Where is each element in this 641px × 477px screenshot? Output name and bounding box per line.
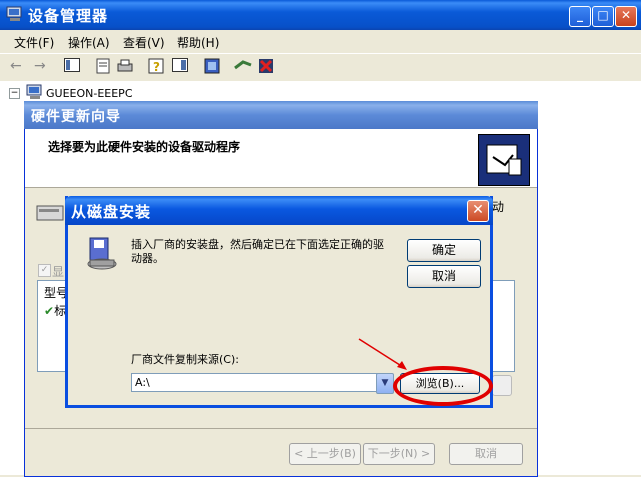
menu-action[interactable]: 操作(A) xyxy=(68,34,110,51)
dialog-title: 从磁盘安装 xyxy=(71,203,152,221)
back-button[interactable]: < 上一步(B) xyxy=(289,443,361,465)
have-disk-button-partial[interactable] xyxy=(492,375,512,396)
wizard-partial-text: 动 xyxy=(492,200,505,214)
svg-text:?: ? xyxy=(153,60,160,74)
hardware-wizard-icon xyxy=(478,134,530,186)
chevron-down-icon[interactable]: ▼ xyxy=(376,373,394,394)
dialog-cancel-button[interactable]: 取消 xyxy=(407,265,481,288)
maximize-button[interactable]: □ xyxy=(592,6,614,27)
main-title: 设备管理器 xyxy=(28,7,109,25)
update-driver-icon[interactable] xyxy=(234,58,252,74)
next-button[interactable]: 下一步(N) > xyxy=(363,443,435,465)
back-arrow-icon[interactable]: ← xyxy=(10,58,28,74)
close-button[interactable]: ✕ xyxy=(615,6,637,27)
device-icon xyxy=(36,203,66,226)
tree-root-label[interactable]: GUEEON-EEEPC xyxy=(46,87,133,100)
driver-icon: ✔ xyxy=(44,304,55,318)
copy-from-input[interactable]: A:\ xyxy=(131,373,381,392)
menu-file[interactable]: 文件(F) xyxy=(14,34,54,51)
uninstall-icon[interactable] xyxy=(258,58,276,74)
view-icon[interactable] xyxy=(172,58,190,74)
floppy-disk-icon xyxy=(84,236,120,275)
red-arrow-annotation xyxy=(358,338,407,370)
collapse-icon[interactable]: − xyxy=(9,88,20,99)
minimize-button[interactable]: _ xyxy=(569,6,591,27)
help-icon[interactable]: ? xyxy=(148,58,166,74)
computer-icon xyxy=(6,6,24,22)
copy-from-label: 厂商文件复制来源(C): xyxy=(131,353,239,366)
red-circle-annotation xyxy=(393,366,493,406)
tree-toggle-icon[interactable] xyxy=(64,58,82,74)
forward-arrow-icon[interactable]: → xyxy=(34,58,52,74)
menu-help[interactable]: 帮助(H) xyxy=(177,34,219,51)
scan-hardware-icon[interactable] xyxy=(204,58,222,74)
dialog-close-button[interactable]: ✕ xyxy=(467,200,489,222)
wizard-cancel-button[interactable]: 取消 xyxy=(449,443,523,465)
ok-button[interactable]: 确定 xyxy=(407,239,481,262)
checkbox-label: 显 xyxy=(52,265,65,279)
dialog-message: 插入厂商的安装盘，然后确定已在下面选定正确的驱动器。 xyxy=(131,238,384,265)
show-compatible-checkbox[interactable]: ✓ xyxy=(38,264,51,277)
wizard-divider xyxy=(25,428,537,429)
menu-view[interactable]: 查看(V) xyxy=(123,34,165,51)
model-list-item[interactable]: ✔标 xyxy=(44,302,66,319)
wizard-heading: 选择要为此硬件安装的设备驱动程序 xyxy=(48,140,241,154)
print-icon[interactable] xyxy=(117,58,135,74)
wizard-title: 硬件更新向导 xyxy=(31,109,121,125)
properties-icon[interactable] xyxy=(95,58,113,74)
